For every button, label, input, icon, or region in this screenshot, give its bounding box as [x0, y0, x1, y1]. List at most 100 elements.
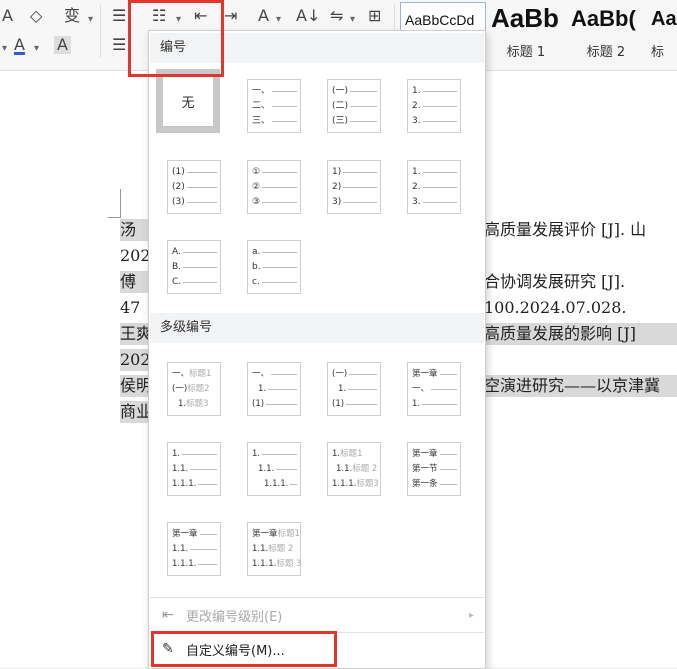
chevron-down-icon[interactable]: ▾	[2, 40, 7, 58]
tile-prefix: 一、	[252, 86, 271, 96]
decrease-indent-icon[interactable]: ⇤	[194, 7, 207, 25]
font-color-icon[interactable]: A	[14, 36, 25, 54]
numbering-tile[interactable]: A. B. C.	[167, 240, 221, 294]
style-heading3[interactable]: Aa 标	[646, 2, 677, 64]
tile-prefix: (1)	[172, 167, 185, 177]
tile-prefix: 一、	[412, 384, 430, 394]
custom-numbering-label: 自定义编号(M)...	[186, 643, 285, 659]
multilevel-tile[interactable]: 一、 1. (1)	[247, 362, 301, 416]
section-header-numbering: 编号	[150, 33, 484, 63]
style-label: 标	[651, 45, 665, 60]
change-case-icon[interactable]: 变	[64, 7, 80, 25]
increase-indent-icon[interactable]: ⇥	[224, 7, 237, 25]
change-level-label: 更改编号级别(E)	[186, 609, 283, 625]
tile-prefix: ③	[252, 197, 261, 207]
tile-prefix: (一)	[332, 369, 348, 379]
tile-prefix: c.	[252, 277, 260, 287]
multilevel-tile[interactable]: 第一章 第一节 第一条	[407, 442, 461, 496]
doc-line-right: 高质量发展的影响 [J]	[484, 323, 677, 345]
tile-style-name: 标题1	[189, 369, 212, 379]
style-label: 标题 1	[506, 45, 546, 60]
chevron-down-icon[interactable]: ▾	[88, 11, 93, 29]
tile-prefix: 2)	[332, 182, 342, 192]
multilevel-tile[interactable]: 第一章 标题1 1.1. 标题 2 1.1.1. 标题 3	[247, 522, 301, 576]
eraser-icon[interactable]: ◇	[30, 7, 42, 25]
tile-prefix: 1.1.	[252, 544, 269, 554]
chevron-down-icon[interactable]: ▾	[276, 11, 281, 29]
multilevel-tile[interactable]: 1. 1.1. 1.1.1.	[167, 442, 221, 496]
tile-prefix: A.	[172, 247, 181, 257]
chevron-down-icon[interactable]: ▾	[350, 11, 355, 29]
tile-prefix: (1)	[252, 399, 265, 409]
text-effect-icon[interactable]: A	[258, 7, 269, 25]
tile-prefix: 1.	[172, 449, 181, 459]
tile-prefix: (3)	[172, 197, 185, 207]
chevron-down-icon[interactable]: ▾	[176, 11, 181, 29]
numbering-dropdown: 编号 无 一、 二、 三、 (一) (二) (三) 1. 2. 3. (1) (…	[148, 30, 486, 669]
numbering-tile[interactable]: ① ② ③	[247, 160, 301, 214]
tile-prefix: (二)	[332, 101, 349, 111]
tile-prefix: 第一条	[412, 479, 438, 489]
bullet-list-icon[interactable]: ☰	[112, 7, 126, 25]
none-label: 无	[181, 95, 195, 111]
numbering-tile[interactable]: 一、 二、 三、	[247, 79, 301, 133]
multilevel-tile[interactable]: 第一章 一、 1.	[407, 362, 461, 416]
tile-prefix: 三、	[252, 116, 271, 126]
numbering-tile[interactable]: 1. 2. 3.	[407, 79, 461, 133]
custom-numbering-menu-item[interactable]: ✎ 自定义编号(M)...	[150, 634, 484, 664]
chevron-right-icon: ▸	[468, 609, 474, 621]
doc-line: 王爽	[120, 323, 153, 345]
doc-line-right: 合协调发展研究 [J].	[484, 272, 626, 291]
tile-prefix: 第一章	[252, 529, 278, 539]
numbering-tile[interactable]: (一) (二) (三)	[327, 79, 381, 133]
change-level-icon: ⇤	[162, 607, 174, 623]
tile-prefix: 1.1.1.	[332, 479, 357, 489]
tile-prefix: 1.1.1.	[252, 559, 277, 569]
multilevel-tile[interactable]: 1. 标题1 1.1. 标题 2 1.1.1. 标题3	[327, 442, 381, 496]
doc-line-right: 空演进研究——以京津冀	[484, 375, 677, 397]
style-heading1[interactable]: AaBb 标题 1	[486, 2, 566, 64]
char-shading-icon[interactable]: A	[54, 36, 71, 54]
tile-style-name: 标题2	[187, 384, 210, 394]
tile-prefix: 3.	[412, 116, 421, 126]
tile-prefix: 1.	[178, 399, 187, 409]
tile-style-name: 标题3	[356, 479, 379, 489]
numbering-tile[interactable]: 1. 2. 3.	[407, 160, 461, 214]
page-corner-mark	[108, 189, 121, 218]
style-heading2[interactable]: AaBb( 标题 2	[566, 2, 646, 64]
numbering-tile[interactable]: a. b. c.	[247, 240, 301, 294]
tile-prefix: 1.	[258, 384, 267, 394]
clear-format-icon[interactable]: A	[2, 7, 13, 25]
numbering-none-tile[interactable]: 无	[156, 69, 220, 133]
tile-prefix: 1.1.1.	[264, 479, 289, 489]
doc-line: 侯明	[120, 375, 153, 397]
numbering-tile[interactable]: 1) 2) 3)	[327, 160, 381, 214]
style-preview: AaBb(	[571, 6, 636, 31]
tile-prefix: ②	[252, 182, 261, 192]
multilevel-tile[interactable]: 第一章 1.1. 1.1.1.	[167, 522, 221, 576]
change-level-menu-item[interactable]: ⇤ 更改编号级别(E) ▸	[150, 600, 484, 630]
chevron-down-icon[interactable]: ▾	[34, 40, 39, 58]
sort-icon[interactable]: A↓	[296, 7, 320, 25]
doc-line: 202	[120, 349, 151, 371]
tile-prefix: B.	[172, 262, 182, 272]
tile-prefix: 2.	[412, 182, 421, 192]
tile-prefix: 1)	[332, 167, 342, 177]
style-preview: AaBb	[491, 3, 559, 33]
multilevel-tile[interactable]: 一、 标题1 (一) 标题2 1. 标题3	[167, 362, 221, 416]
multilevel-tile[interactable]: (一) 1. (1)	[327, 362, 381, 416]
line-spacing-icon[interactable]: ⇋	[330, 7, 343, 25]
tile-style-name: 标题3	[186, 399, 209, 409]
numbering-tile[interactable]: (1) (2) (3)	[167, 160, 221, 214]
tile-style-name: 标题1	[340, 449, 363, 459]
doc-line: 202	[120, 246, 151, 265]
multilevel-tile[interactable]: 1. 1.1. 1.1.1.	[247, 442, 301, 496]
border-icon[interactable]: ⊞	[368, 7, 381, 25]
doc-line: 商业	[120, 401, 153, 423]
tile-style-name: 标题 3	[276, 559, 302, 569]
align-icon[interactable]: ☰	[112, 36, 126, 54]
tile-prefix: 1.	[252, 449, 261, 459]
tile-prefix: 3)	[332, 197, 342, 207]
numbered-list-icon[interactable]: ☷	[152, 7, 166, 25]
tile-prefix: (一)	[172, 384, 188, 394]
